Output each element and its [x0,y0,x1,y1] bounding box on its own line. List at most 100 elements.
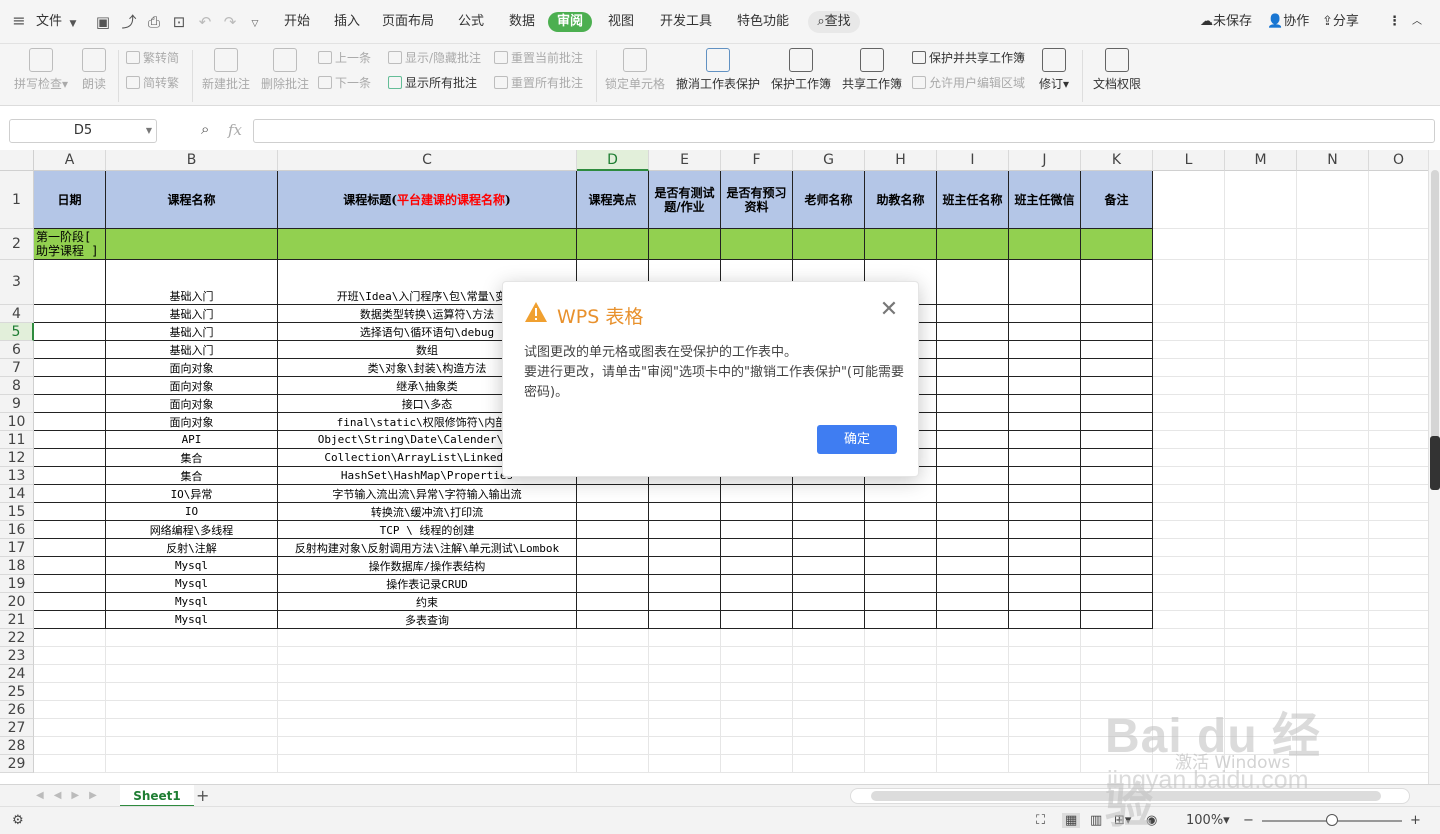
empty-cell[interactable] [1369,647,1428,665]
chevron-down-icon[interactable]: ▼ [64,15,82,33]
empty-cell[interactable] [865,755,937,773]
course-name-cell[interactable]: IO [106,503,278,521]
tab-home[interactable]: 开始 [281,12,313,32]
data-cell[interactable] [34,323,106,341]
empty-cell[interactable] [1297,305,1369,323]
empty-cell[interactable] [1153,629,1225,647]
empty-cell[interactable] [1153,521,1225,539]
fullscreen-icon[interactable]: ⛶ [1036,813,1045,828]
export-icon[interactable]: ⤴ [120,13,138,31]
column-header-o[interactable]: O [1369,150,1428,171]
data-cell[interactable] [577,575,649,593]
empty-cell[interactable] [1225,629,1297,647]
data-cell[interactable] [793,557,865,575]
empty-cell[interactable] [1369,171,1428,229]
empty-cell[interactable] [278,665,577,683]
row-header-9[interactable]: 9 [0,395,34,413]
course-name-cell[interactable]: Mysql [106,611,278,629]
file-menu[interactable]: 文件 [34,12,64,32]
data-cell[interactable] [34,449,106,467]
column-header-g[interactable]: G [793,150,865,171]
data-cell[interactable] [1081,260,1153,305]
stage-cell-j[interactable] [1009,229,1081,260]
empty-cell[interactable] [937,647,1009,665]
data-cell[interactable] [937,485,1009,503]
empty-cell[interactable] [1297,431,1369,449]
empty-cell[interactable] [1225,539,1297,557]
data-cell[interactable] [937,503,1009,521]
empty-cell[interactable] [1369,485,1428,503]
empty-cell[interactable] [1153,503,1225,521]
close-icon[interactable]: ✕ [877,298,901,322]
course-name-cell[interactable]: 集合 [106,467,278,485]
data-cell[interactable] [937,305,1009,323]
empty-cell[interactable] [1153,683,1225,701]
data-cell[interactable] [937,323,1009,341]
data-cell[interactable] [937,395,1009,413]
empty-cell[interactable] [649,683,721,701]
tab-review[interactable]: 审阅 [548,12,592,32]
data-cell[interactable] [577,557,649,575]
empty-cell[interactable] [649,665,721,683]
tab-insert[interactable]: 插入 [331,12,363,32]
header-cell-a[interactable]: 日期 [34,171,106,229]
row-header-7[interactable]: 7 [0,359,34,377]
empty-cell[interactable] [1369,719,1428,737]
data-cell[interactable] [1081,611,1153,629]
empty-cell[interactable] [1225,593,1297,611]
data-cell[interactable] [1081,359,1153,377]
empty-cell[interactable] [721,647,793,665]
empty-cell[interactable] [1153,665,1225,683]
tab-developer[interactable]: 开发工具 [658,12,714,32]
ok-button[interactable]: 确定 [817,425,897,454]
horizontal-scrollbar[interactable] [850,788,1410,804]
empty-cell[interactable] [577,737,649,755]
quick-access-dropdown-icon[interactable]: ▽ [246,15,264,33]
empty-cell[interactable] [865,701,937,719]
empty-cell[interactable] [278,755,577,773]
empty-cell[interactable] [865,683,937,701]
lock-cell-button[interactable]: 锁定单元格 [604,48,666,92]
header-cell-f[interactable]: 是否有预习资料 [721,171,793,229]
course-title-cell[interactable]: 转换流\缓冲流\打印流 [278,503,577,521]
empty-cell[interactable] [1297,647,1369,665]
data-cell[interactable] [649,575,721,593]
more-icon[interactable]: ⋮ [1388,12,1401,32]
zoom-level[interactable]: 100%▾ [1186,813,1230,828]
show-hide-comment-button[interactable]: 显示/隐藏批注 [388,49,481,67]
data-cell[interactable] [1009,413,1081,431]
empty-cell[interactable] [34,719,106,737]
empty-cell[interactable] [106,755,278,773]
empty-cell[interactable] [1225,229,1297,260]
empty-cell[interactable] [577,629,649,647]
data-cell[interactable] [577,521,649,539]
empty-cell[interactable] [1225,377,1297,395]
data-cell[interactable] [577,539,649,557]
empty-cell[interactable] [1369,395,1428,413]
empty-cell[interactable] [1297,377,1369,395]
empty-cell[interactable] [1369,737,1428,755]
empty-cell[interactable] [1225,737,1297,755]
data-cell[interactable] [865,611,937,629]
data-cell[interactable] [937,449,1009,467]
empty-cell[interactable] [1225,431,1297,449]
header-cell-c[interactable]: 课程标题(平台建课的课程名称) [278,171,577,229]
empty-cell[interactable] [1153,323,1225,341]
data-cell[interactable] [1009,593,1081,611]
empty-cell[interactable] [1369,701,1428,719]
stage-cell-f[interactable] [721,229,793,260]
stage-cell-c[interactable] [278,229,577,260]
empty-cell[interactable] [1153,395,1225,413]
data-cell[interactable] [34,305,106,323]
empty-cell[interactable] [1297,229,1369,260]
data-cell[interactable] [937,377,1009,395]
empty-cell[interactable] [1009,629,1081,647]
menu-icon[interactable]: ≡ [10,12,28,30]
empty-cell[interactable] [1297,260,1369,305]
column-header-h[interactable]: H [865,150,937,171]
empty-cell[interactable] [649,701,721,719]
empty-cell[interactable] [1369,305,1428,323]
data-cell[interactable] [1081,593,1153,611]
print-preview-icon[interactable]: ⊡ [170,13,188,31]
data-cell[interactable] [34,557,106,575]
